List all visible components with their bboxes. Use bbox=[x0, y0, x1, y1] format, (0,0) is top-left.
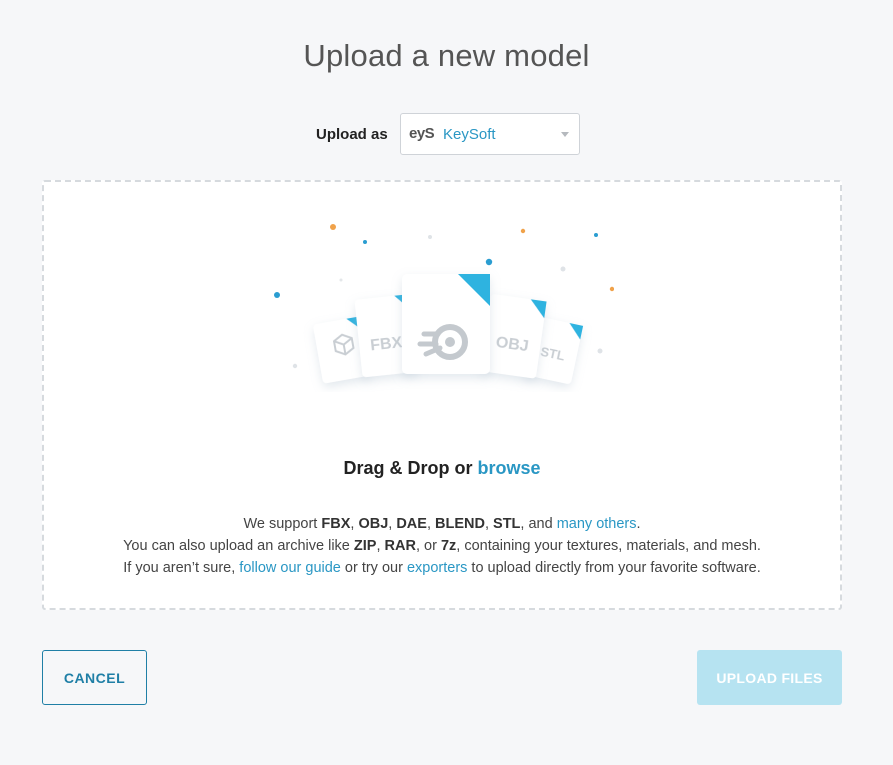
supported-formats-line: We support FBX, OBJ, DAE, BLEND, STL, an… bbox=[243, 516, 641, 532]
archive-7z: 7z bbox=[440, 538, 457, 554]
confetti-dot bbox=[363, 240, 367, 244]
many-others-link[interactable]: many others bbox=[557, 516, 637, 532]
exporters-link[interactable]: exporters bbox=[407, 560, 467, 576]
guide-suffix: to upload directly from your favorite so… bbox=[467, 560, 761, 576]
browse-link[interactable]: browse bbox=[477, 458, 540, 478]
page-title: Upload a new model bbox=[303, 38, 590, 73]
archive-line: You can also upload an archive like ZIP,… bbox=[123, 538, 761, 554]
file-card-obj: OBJ bbox=[480, 294, 547, 379]
support-suffix: . bbox=[636, 516, 641, 532]
confetti-dot bbox=[560, 266, 566, 272]
confetti-dot bbox=[597, 348, 603, 354]
archive-prefix: You can also upload an archive like bbox=[123, 538, 354, 554]
support-prefix: We support bbox=[243, 516, 322, 532]
confetti-dot bbox=[330, 224, 336, 230]
confetti-dot bbox=[339, 278, 343, 282]
upload-as-selected-value: KeySoft bbox=[443, 125, 496, 143]
format-fbx: FBX bbox=[321, 516, 351, 532]
drag-drop-prompt: Drag & Drop or browse bbox=[44, 458, 840, 479]
format-stl: STL bbox=[493, 516, 521, 532]
svg-text:FBX: FBX bbox=[370, 334, 404, 354]
support-and: , and bbox=[520, 516, 557, 532]
upload-as-select[interactable]: eyS KeySoft bbox=[400, 113, 580, 155]
format-obj: OBJ bbox=[358, 516, 389, 532]
upload-as-label: Upload as bbox=[316, 126, 388, 143]
archive-suffix: , containing your textures, materials, a… bbox=[456, 538, 761, 554]
upload-help-text: We support FBX, OBJ, DAE, BLEND, STL, an… bbox=[44, 513, 840, 579]
confetti-dot bbox=[292, 363, 298, 369]
confetti-dot bbox=[274, 292, 280, 298]
guide-middle: or try our bbox=[340, 560, 407, 576]
archive-zip: ZIP bbox=[353, 538, 377, 554]
confetti-dot bbox=[485, 258, 493, 266]
drag-drop-text: Drag & Drop or bbox=[343, 458, 478, 478]
file-card-blend bbox=[402, 274, 490, 374]
confetti-dot bbox=[594, 233, 598, 237]
follow-guide-link[interactable]: follow our guide bbox=[239, 560, 341, 576]
file-dropzone[interactable]: STL FBX OBJ Drag & Drop or browse We sup… bbox=[42, 180, 842, 610]
upload-files-button[interactable]: UPLOAD FILES bbox=[697, 650, 842, 705]
guide-line: If you aren’t sure, follow our guide or … bbox=[44, 557, 840, 579]
confetti-dot bbox=[428, 235, 432, 239]
file-types-illustration: STL FBX OBJ bbox=[274, 224, 614, 384]
org-logo: eyS bbox=[409, 125, 435, 142]
cancel-button[interactable]: CANCEL bbox=[42, 650, 147, 705]
guide-prefix: If you aren’t sure, bbox=[123, 560, 240, 576]
archive-rar: RAR bbox=[384, 538, 416, 554]
confetti-dot bbox=[609, 286, 614, 292]
format-blend: BLEND bbox=[435, 516, 485, 532]
format-dae: DAE bbox=[396, 516, 427, 532]
confetti-dot bbox=[520, 228, 526, 234]
caret-down-icon bbox=[561, 132, 569, 137]
